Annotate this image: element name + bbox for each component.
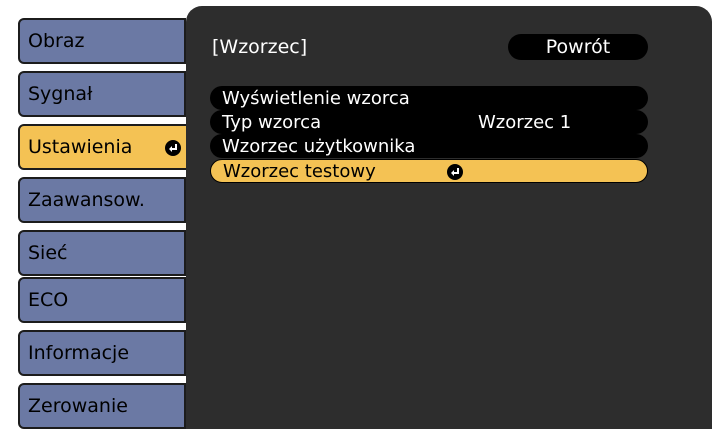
- menu-item-wzorzec-testowy[interactable]: Wzorzec testowy: [210, 159, 648, 183]
- sidebar-item-label: ECO: [28, 289, 69, 311]
- menu-item-wzorzec-uzytkownika[interactable]: Wzorzec użytkownika: [210, 134, 648, 158]
- settings-panel: [Wzorzec] Powrót Wyświetlenie wzorca Typ…: [186, 6, 712, 429]
- sidebar-item-label: Informacje: [28, 342, 130, 364]
- menu-item-label: Typ wzorca: [222, 111, 322, 133]
- sidebar-item-label: Zerowanie: [28, 395, 128, 417]
- menu-item-label: Wyświetlenie wzorca: [222, 87, 410, 109]
- menu-item-typ-wzorca[interactable]: Typ wzorca Wzorzec 1: [210, 110, 648, 134]
- enter-icon: [165, 140, 181, 156]
- sidebar-item-eco[interactable]: ECO: [18, 277, 186, 323]
- sidebar-item-label: Sygnał: [28, 83, 93, 105]
- sidebar-item-ustawienia[interactable]: Ustawienia: [18, 124, 196, 170]
- menu-item-label: Wzorzec testowy: [223, 160, 376, 182]
- back-button[interactable]: Powrót: [508, 34, 648, 60]
- sidebar-item-label: Obraz: [28, 30, 85, 52]
- sidebar-item-label: Sieć: [28, 242, 68, 264]
- sidebar-item-siec[interactable]: Sieć: [18, 230, 186, 276]
- sidebar-item-zaawansow[interactable]: Zaawansow.: [18, 177, 186, 223]
- sidebar-item-informacje[interactable]: Informacje: [18, 330, 186, 376]
- panel-title: [Wzorzec]: [212, 36, 308, 58]
- sidebar-item-obraz[interactable]: Obraz: [18, 18, 186, 64]
- sidebar-item-sygnal[interactable]: Sygnał: [18, 71, 186, 117]
- sidebar-item-zerowanie[interactable]: Zerowanie: [18, 383, 186, 429]
- sidebar-menu: Obraz Sygnał Ustawienia Zaawansow. Sieć …: [18, 0, 198, 435]
- menu-item-label: Wzorzec użytkownika: [222, 135, 416, 157]
- enter-icon: [447, 164, 463, 180]
- menu-item-wyswietlenie-wzorca[interactable]: Wyświetlenie wzorca: [210, 86, 648, 110]
- sidebar-item-label: Zaawansow.: [28, 189, 145, 211]
- menu-item-value: Wzorzec 1: [478, 111, 572, 133]
- sidebar-item-label: Ustawienia: [28, 136, 133, 158]
